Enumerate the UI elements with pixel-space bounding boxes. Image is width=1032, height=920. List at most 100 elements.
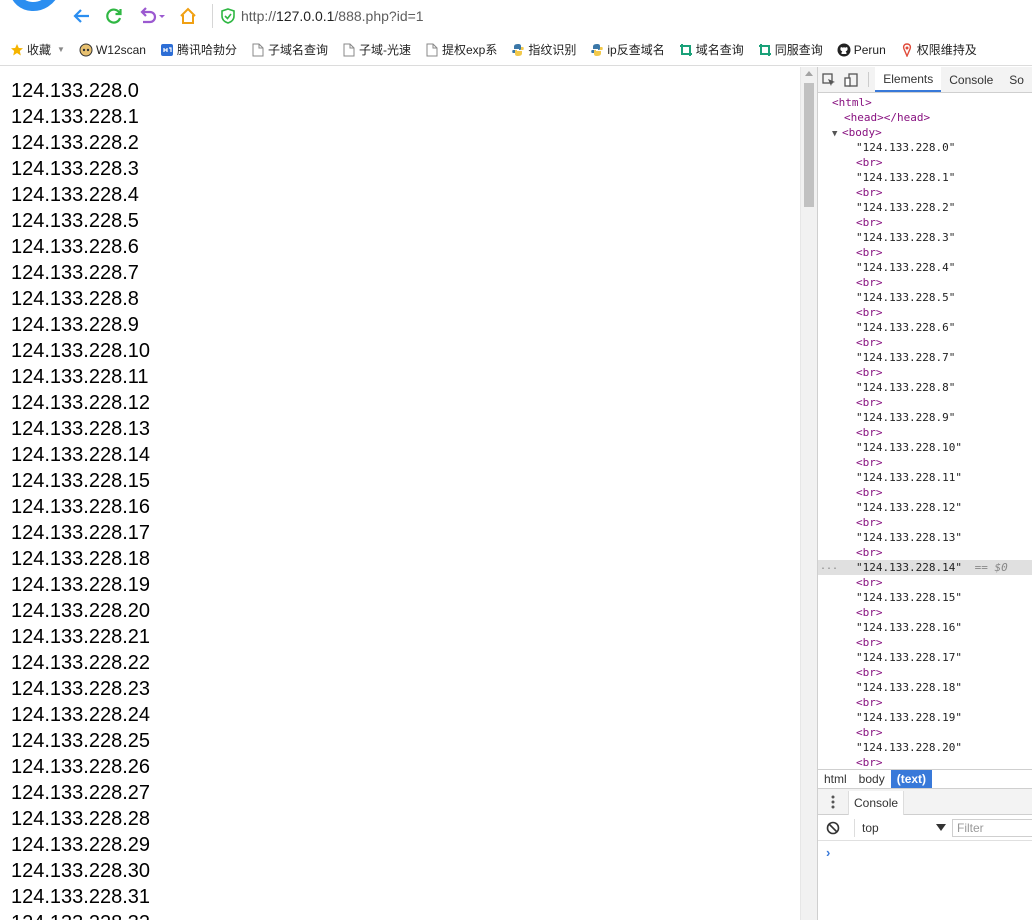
console-filter-input[interactable] <box>952 818 1032 837</box>
text-node-value: "124.133.228.3" <box>856 231 956 244</box>
device-mode-icon <box>844 72 858 87</box>
undo-button[interactable] <box>134 4 168 28</box>
text-node-value: "124.133.228.19" <box>856 711 962 724</box>
dom-head-node[interactable]: <head></head> <box>818 110 1032 125</box>
bookmark-item[interactable]: 同服查询 <box>758 39 823 61</box>
dom-text-node[interactable]: "124.133.228.18" <box>818 680 1032 695</box>
bookmark-item[interactable]: W12scan <box>79 39 146 61</box>
dom-text-node[interactable]: "124.133.228.15" <box>818 590 1032 605</box>
tab-elements[interactable]: Elements <box>875 67 942 92</box>
inspect-element-button[interactable] <box>818 67 840 92</box>
dom-br-node[interactable]: <br> <box>818 455 1032 470</box>
console-prompt[interactable]: › <box>818 841 1032 860</box>
device-toolbar-button[interactable] <box>840 67 862 92</box>
dom-text-node[interactable]: "124.133.228.8" <box>818 380 1032 395</box>
dom-br-node[interactable]: <br> <box>818 185 1032 200</box>
url-field[interactable]: http://127.0.0.1/888.php?id=1 <box>212 4 1032 28</box>
bookmark-label: ip反查域名 <box>607 43 665 57</box>
dom-text-node[interactable]: "124.133.228.6" <box>818 320 1032 335</box>
dom-br-node[interactable]: <br> <box>818 485 1032 500</box>
page-icon <box>425 43 439 57</box>
reload-button[interactable] <box>102 4 126 28</box>
dom-br-node[interactable]: <br> <box>818 515 1032 530</box>
dom-br-node[interactable]: <br> <box>818 425 1032 440</box>
dom-text-node[interactable]: "124.133.228.2" <box>818 200 1032 215</box>
text-node-value: "124.133.228.9" <box>856 411 956 424</box>
dom-text-node[interactable]: "124.133.228.16" <box>818 620 1032 635</box>
back-button[interactable] <box>70 4 94 28</box>
dom-text-node[interactable]: "124.133.228.4" <box>818 260 1032 275</box>
bookmark-item[interactable]: 权限维持及 <box>900 39 977 61</box>
dom-br-node[interactable]: <br> <box>818 725 1032 740</box>
dom-text-node[interactable]: "124.133.228.19" <box>818 710 1032 725</box>
dom-text-node[interactable]: "124.133.228.20" <box>818 740 1032 755</box>
dom-body-node[interactable]: ▼ <body> <box>818 125 1032 140</box>
dom-text-node[interactable]: "124.133.228.11" <box>818 470 1032 485</box>
tab-so[interactable]: So <box>1001 67 1032 92</box>
dom-text-node[interactable]: "124.133.228.9" <box>818 410 1032 425</box>
dom-text-node[interactable]: "124.133.228.5" <box>818 290 1032 305</box>
scroll-up-arrow-icon[interactable] <box>805 71 813 76</box>
dom-br-node[interactable]: <br> <box>818 155 1032 170</box>
devtools-breadcrumb: html body (text) <box>818 769 1032 789</box>
bookmark-item[interactable]: 收藏 ▼ <box>10 39 65 61</box>
bookmark-item[interactable]: 指纹识别 <box>511 39 576 61</box>
dom-br-node[interactable]: <br> <box>818 695 1032 710</box>
breadcrumb-text[interactable]: (text) <box>890 769 933 789</box>
dom-br-node[interactable]: <br> <box>818 575 1032 590</box>
scroll-thumb[interactable] <box>804 83 814 207</box>
drawer-menu-button[interactable] <box>818 795 848 809</box>
bookmark-item[interactable]: 域名查询 <box>679 39 744 61</box>
home-button[interactable] <box>176 4 200 28</box>
dom-br-node[interactable]: <br> <box>818 245 1032 260</box>
clear-console-button[interactable] <box>818 821 848 835</box>
text-node-value: "124.133.228.14" <box>856 561 962 574</box>
dom-br-node[interactable]: <br> <box>818 545 1032 560</box>
bookmark-label: 指纹识别 <box>528 43 577 57</box>
bookmark-item[interactable]: 提权exp系 <box>425 39 497 61</box>
page-scrollbar[interactable] <box>800 67 817 920</box>
dom-br-node[interactable]: <br> <box>818 605 1032 620</box>
bookmark-item[interactable]: Perun <box>837 39 886 61</box>
bookmark-item[interactable]: 腾讯哈勃分 <box>160 39 237 61</box>
dom-text-node[interactable]: "124.133.228.13" <box>818 530 1032 545</box>
tab-console[interactable]: Console <box>941 67 1001 92</box>
bookmark-label: Perun <box>853 42 886 57</box>
drawer-tab-console[interactable]: Console <box>848 790 905 815</box>
ellipsis-icon[interactable]: ... <box>820 559 838 574</box>
dom-br-node[interactable]: <br> <box>818 215 1032 230</box>
breadcrumb-body[interactable]: body <box>853 770 891 789</box>
tag-text: <br> <box>856 276 883 289</box>
dom-html-node[interactable]: <html> <box>818 95 1032 110</box>
breadcrumb-html[interactable]: html <box>818 770 853 789</box>
text-node-value: "124.133.228.16" <box>856 621 962 634</box>
bookmark-item[interactable]: 子域-光速 <box>342 39 411 61</box>
dom-text-node[interactable]: "124.133.228.12" <box>818 500 1032 515</box>
bookmark-item[interactable]: ip反查域名 <box>590 39 665 61</box>
dom-br-node[interactable]: <br> <box>818 635 1032 650</box>
dom-text-node[interactable]: "124.133.228.1" <box>818 170 1032 185</box>
bookmark-item[interactable]: 子域名查询 <box>251 39 328 61</box>
dom-br-node[interactable]: <br> <box>818 335 1032 350</box>
text-node-value: "124.133.228.5" <box>856 291 956 304</box>
dom-text-node[interactable]: "124.133.228.10" <box>818 440 1032 455</box>
python-icon <box>590 43 604 57</box>
dom-text-node[interactable]: "124.133.228.0" <box>818 140 1032 155</box>
tag-text: <body> <box>842 126 882 139</box>
inspect-cursor-icon <box>822 72 836 86</box>
text-node-value: "124.133.228.8" <box>856 381 956 394</box>
dom-br-node[interactable]: <br> <box>818 665 1032 680</box>
dom-text-node[interactable]: ... "124.133.228.14" == $0 <box>818 560 1032 575</box>
dom-br-node[interactable]: <br> <box>818 275 1032 290</box>
dom-br-node[interactable]: <br> <box>818 755 1032 769</box>
dom-text-node[interactable]: "124.133.228.17" <box>818 650 1032 665</box>
context-select[interactable]: top <box>854 818 946 837</box>
tag-text: <br> <box>856 546 883 559</box>
dom-text-node[interactable]: "124.133.228.3" <box>818 230 1032 245</box>
bookmark-label: 域名查询 <box>695 43 744 57</box>
crop-icon <box>758 43 772 57</box>
dom-br-node[interactable]: <br> <box>818 365 1032 380</box>
dom-br-node[interactable]: <br> <box>818 305 1032 320</box>
dom-text-node[interactable]: "124.133.228.7" <box>818 350 1032 365</box>
dom-br-node[interactable]: <br> <box>818 395 1032 410</box>
